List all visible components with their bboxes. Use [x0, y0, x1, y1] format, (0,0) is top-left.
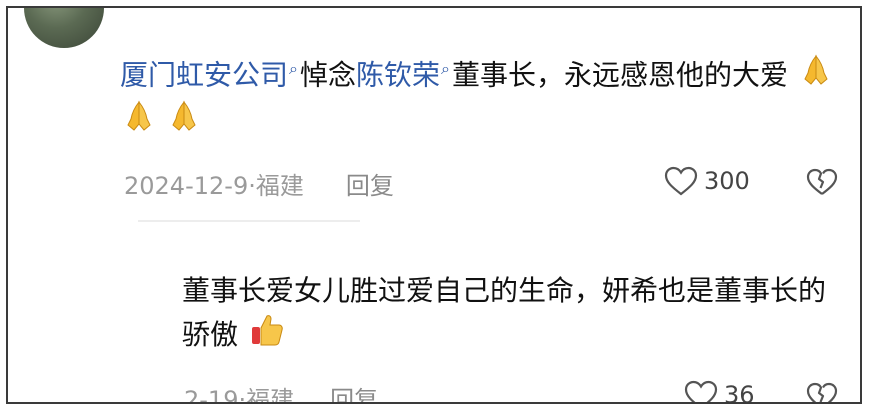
- comment-1-text: 厦门虹安公司⌕悼念陈钦荣⌕董事长，永远感恩他的大爱: [120, 48, 840, 145]
- comment-1-date-location: 2024-12-9·福建: [124, 172, 304, 200]
- like-button[interactable]: 36: [684, 380, 755, 404]
- mention-link-company[interactable]: 厦门虹安公司: [120, 58, 288, 91]
- avatar[interactable]: [24, 8, 104, 48]
- comment-1-text-mid: 悼念: [299, 58, 356, 92]
- reply-thread-divider: [138, 220, 360, 222]
- broken-heart-icon: [806, 382, 838, 402]
- heart-icon: [684, 380, 718, 402]
- dislike-button[interactable]: [806, 168, 838, 200]
- search-icon[interactable]: ⌕: [289, 59, 298, 78]
- like-count: 36: [724, 381, 755, 404]
- mention-link-person[interactable]: 陈钦荣: [356, 58, 440, 91]
- pray-hands-icon: [799, 53, 833, 99]
- pray-hands-icon: [167, 99, 201, 145]
- like-count: 300: [704, 167, 750, 195]
- pray-hands-icon: [122, 99, 156, 145]
- comment-1-text-end: 董事长，永远感恩他的大爱: [451, 58, 788, 92]
- comment-2-date-location: 2-19·福建: [184, 386, 295, 404]
- reply-button[interactable]: 回复: [330, 380, 378, 402]
- comment-1-meta: 2024-12-9·福建 回复: [124, 166, 394, 201]
- like-button[interactable]: 300: [664, 166, 750, 196]
- search-icon[interactable]: ⌕: [441, 59, 450, 78]
- comment-2-meta: 2-19·福建 回复: [184, 380, 378, 404]
- reply-button[interactable]: 回复: [346, 166, 394, 201]
- heart-icon: [664, 166, 698, 196]
- thumbs-up-icon: [249, 312, 285, 360]
- comment-2-text: 董事长爱女儿胜过爱自己的生命，妍希也是董事长的骄傲: [182, 270, 832, 360]
- comments-panel: 厦门虹安公司⌕悼念陈钦荣⌕董事长，永远感恩他的大爱 2024-12-9·福建 回…: [6, 6, 862, 404]
- dislike-button[interactable]: [806, 382, 838, 402]
- broken-heart-icon: [806, 168, 838, 195]
